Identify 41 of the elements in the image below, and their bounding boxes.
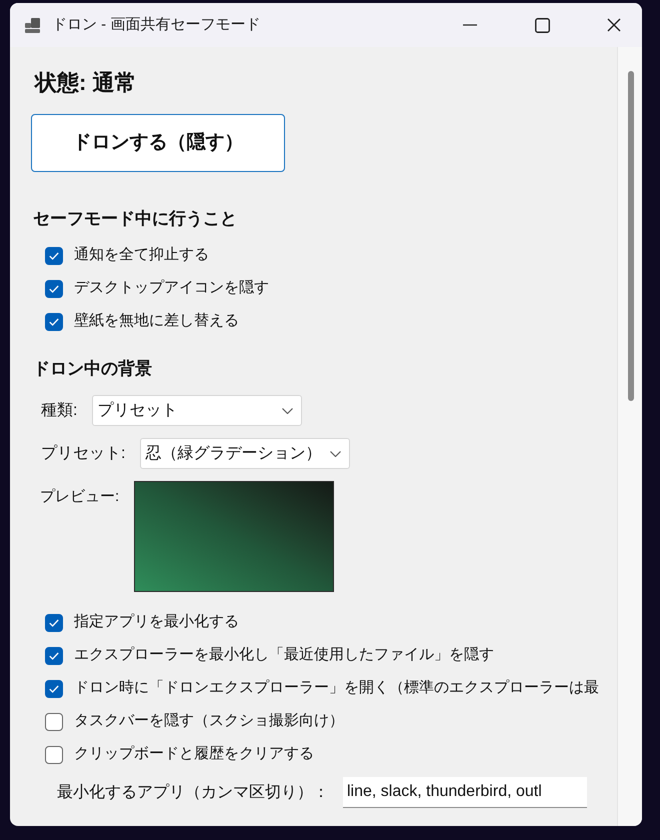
checkbox[interactable] — [45, 246, 63, 264]
scrollbar-thumb[interactable] — [628, 71, 634, 401]
checkbox[interactable] — [45, 746, 63, 764]
checkmark-icon — [49, 652, 59, 660]
section-heading: セーフモード中に行うこと — [32, 208, 238, 230]
checkbox-label[interactable]: クリップボードと履歴をクリアする — [74, 743, 314, 766]
checkbox[interactable] — [45, 312, 63, 330]
checkbox[interactable] — [45, 280, 63, 298]
checkbox[interactable] — [45, 680, 63, 698]
maximize-icon — [534, 18, 550, 32]
dropdown-label: 種類: — [41, 400, 78, 420]
checkbox-label[interactable]: タスクバーを隠す（スクショ撮影向け） — [74, 710, 344, 733]
checkbox[interactable] — [45, 614, 63, 632]
dropdown-label: プリセット: — [41, 444, 126, 464]
checkmark-icon — [49, 284, 59, 292]
checkbox-label[interactable]: 壁紙を無地に差し替える — [74, 310, 239, 333]
section-heading: ドロン中の背景 — [32, 358, 153, 380]
checkbox-label[interactable]: デスクトップアイコンを隠す — [74, 277, 269, 300]
chevron-down-icon — [330, 450, 342, 456]
checkbox[interactable] — [45, 712, 63, 730]
window-title: ドロン - 画面共有セーフモード — [52, 14, 260, 35]
checkbox[interactable] — [45, 646, 63, 664]
dropdown[interactable]: プリセット — [92, 395, 302, 426]
app-icon — [25, 18, 40, 32]
checkmark-icon — [49, 684, 59, 692]
apps-field-label: 最小化するアプリ（カンマ区切り）： — [57, 782, 329, 802]
chevron-down-icon — [282, 408, 294, 414]
checkmark-icon — [49, 618, 59, 626]
minimize-icon — [463, 24, 477, 26]
checkbox-label[interactable]: ドロン時に「ドロンエクスプローラー」を開く（標準のエクスプローラーは最 — [74, 677, 599, 700]
dropdown[interactable]: 忍（緑グラデーション） — [140, 438, 350, 469]
checkbox-label[interactable]: 指定アプリを最小化する — [74, 611, 239, 634]
preview-label: プレビュー: — [40, 487, 120, 507]
checkbox-label[interactable]: エクスプローラーを最小化し「最近使用したファイル」を隠す — [74, 644, 494, 667]
checkbox-label[interactable]: 通知を全て抑止する — [74, 244, 209, 267]
checkmark-icon — [49, 318, 59, 326]
hide-button[interactable]: ドロンする（隠す） — [31, 114, 285, 172]
checkmark-icon — [49, 252, 59, 260]
status-label: 状態: 通常 — [33, 69, 138, 97]
apps-input-field[interactable]: line, slack, thunderbird, outl — [343, 777, 587, 808]
close-icon — [607, 18, 621, 32]
